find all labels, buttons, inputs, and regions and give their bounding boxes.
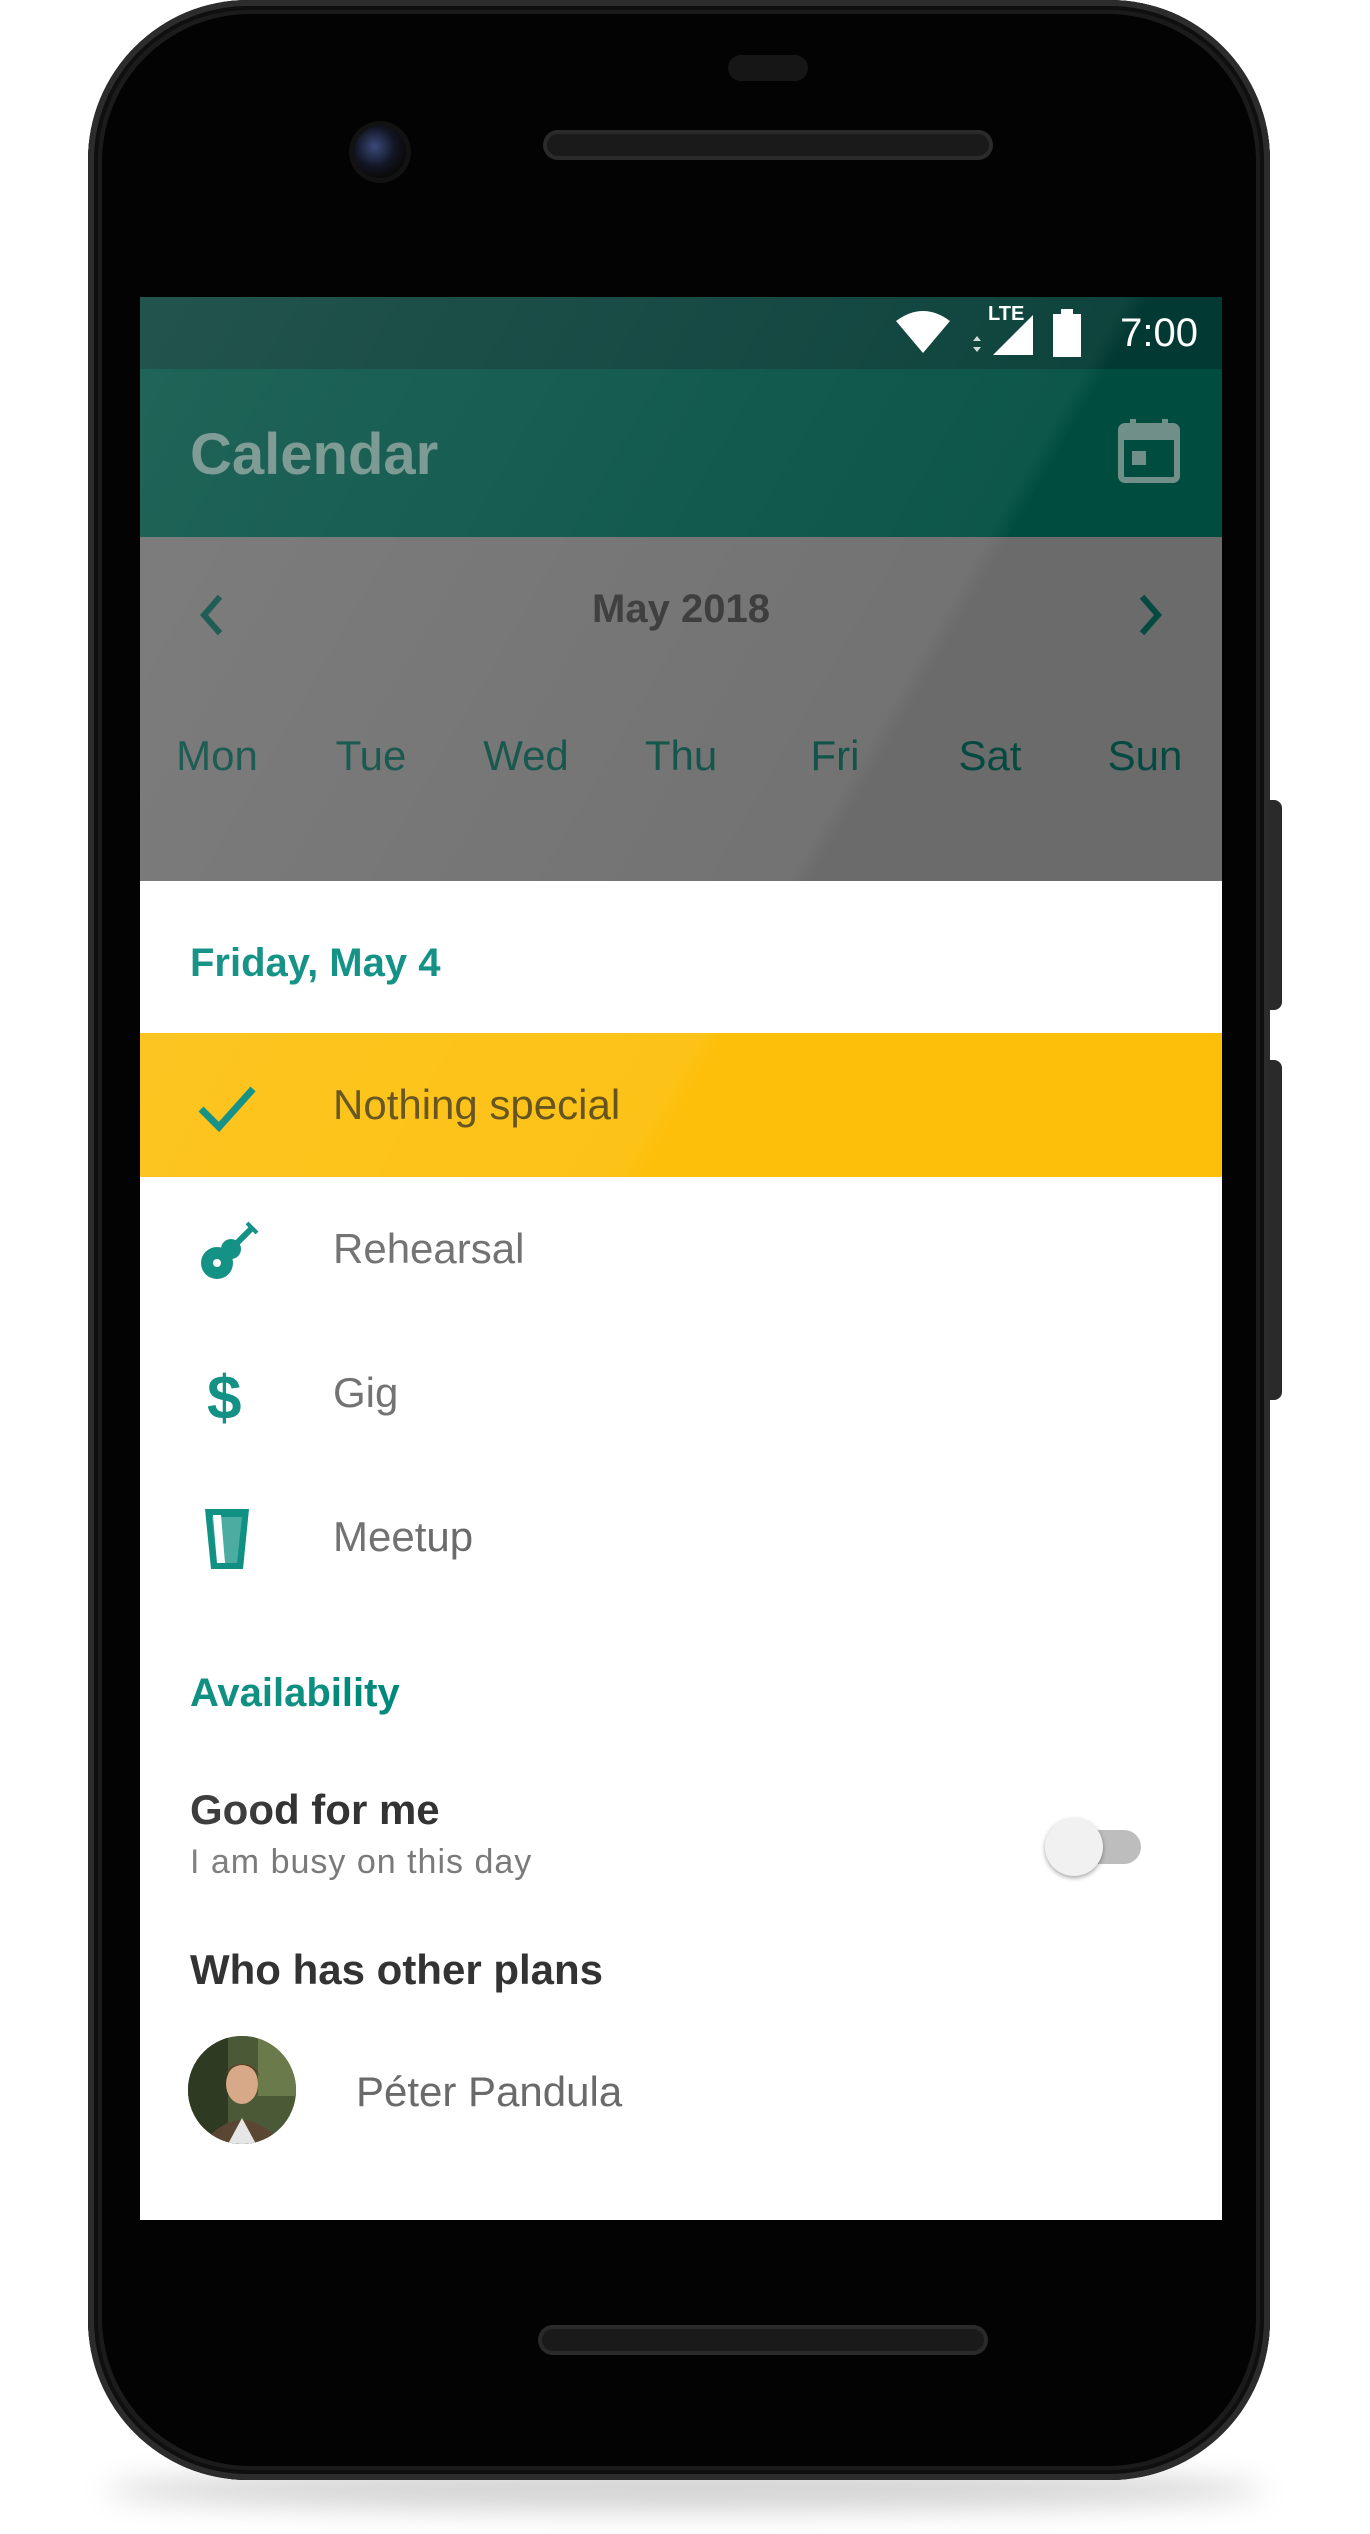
clock-time: 7:00: [1120, 311, 1198, 355]
earpiece-speaker: [543, 130, 993, 160]
dollar-icon: $: [207, 1364, 241, 1427]
status-bar: LTE 7:00: [140, 297, 1222, 369]
day-detail-sheet: Friday, May 4 Nothing special Rehearsal …: [140, 881, 1222, 2220]
weekday-wed: Wed: [483, 732, 569, 779]
bottom-speaker: [538, 2325, 988, 2355]
network-type-label: LTE: [988, 303, 1025, 325]
weekday-header: Mon Tue Wed Thu Fri Sat Sun: [140, 732, 1222, 792]
day-header: Friday, May 4: [190, 941, 441, 985]
other-plans-heading: Who has other plans: [190, 1946, 604, 1993]
option-label: Gig: [333, 1369, 399, 1416]
front-camera: [354, 126, 406, 178]
guitar-icon: [201, 1221, 259, 1279]
app-title: Calendar: [190, 422, 439, 487]
volume-button[interactable]: [1268, 1060, 1282, 1400]
chevron-right-icon[interactable]: [1126, 585, 1176, 645]
availability-toggle[interactable]: [1045, 1816, 1145, 1876]
option-rehearsal[interactable]: Rehearsal: [140, 1177, 1222, 1321]
svg-text:$: $: [207, 1364, 241, 1427]
proximity-sensor: [728, 55, 808, 81]
weekday-fri: Fri: [810, 732, 860, 779]
option-label: Rehearsal: [333, 1225, 525, 1272]
weekday-sun: Sun: [1107, 732, 1183, 779]
toggle-thumb: [1045, 1818, 1103, 1876]
calendar-icon[interactable]: [1118, 419, 1180, 483]
person-name: Péter Pandula: [356, 2068, 623, 2115]
weekday-sat: Sat: [958, 732, 1022, 779]
option-gig[interactable]: $ Gig: [140, 1321, 1222, 1465]
availability-title: Good for me: [190, 1786, 440, 1833]
month-label: May 2018: [592, 587, 770, 631]
avatar: [188, 2036, 296, 2144]
availability-heading: Availability: [190, 1671, 400, 1715]
option-nothing-special[interactable]: Nothing special: [140, 1033, 1222, 1177]
battery-icon: [1053, 309, 1081, 357]
wifi-icon: [896, 311, 950, 353]
weekday-mon: Mon: [176, 732, 258, 779]
screen: LTE 7:00 Calendar May 2018 Mon Tue Wed T…: [140, 297, 1222, 2220]
power-button[interactable]: [1268, 800, 1282, 1010]
glass-icon: [205, 1509, 249, 1569]
app-bar: Calendar: [140, 369, 1222, 537]
weekday-tue: Tue: [335, 732, 407, 779]
person-list-item[interactable]: Péter Pandula: [140, 2026, 1222, 2156]
option-meetup[interactable]: Meetup: [140, 1465, 1222, 1609]
availability-subtitle: I am busy on this day: [190, 1843, 533, 1881]
weekday-thu: Thu: [644, 732, 718, 779]
check-icon: [198, 1086, 256, 1133]
option-label: Meetup: [333, 1513, 474, 1560]
month-navigation: May 2018 Mon Tue Wed Thu Fri Sat Sun: [140, 537, 1222, 881]
option-label: Nothing special: [333, 1081, 621, 1128]
